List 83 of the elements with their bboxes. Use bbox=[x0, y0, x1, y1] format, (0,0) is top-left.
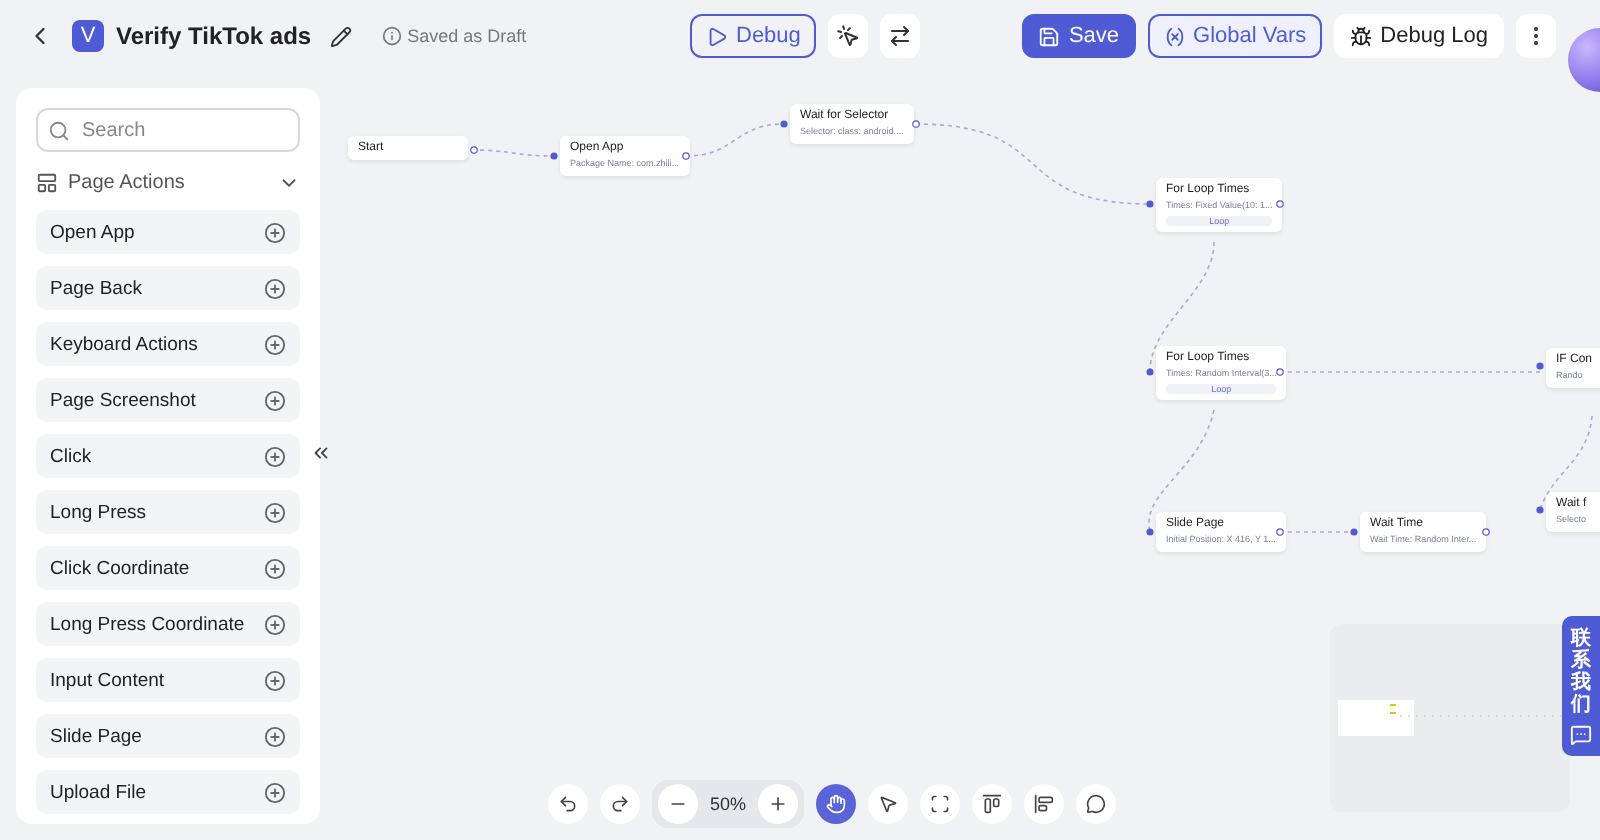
action-item[interactable]: Upload File bbox=[36, 770, 300, 814]
action-item[interactable]: Page Screenshot bbox=[36, 378, 300, 422]
plus-icon bbox=[264, 333, 286, 355]
output-port[interactable] bbox=[1276, 528, 1284, 536]
save-button[interactable]: Save bbox=[1022, 14, 1136, 58]
zoom-in-button[interactable] bbox=[758, 784, 799, 824]
swap-arrows-icon bbox=[888, 24, 913, 48]
comment-icon bbox=[1086, 794, 1107, 814]
output-port[interactable] bbox=[470, 146, 478, 154]
cursor-click-icon bbox=[836, 24, 861, 48]
output-port[interactable] bbox=[1276, 200, 1284, 208]
search-icon bbox=[48, 120, 70, 142]
input-port[interactable] bbox=[1146, 368, 1154, 376]
collapse-button[interactable] bbox=[310, 442, 332, 464]
output-port[interactable] bbox=[682, 152, 690, 160]
play-icon bbox=[706, 25, 728, 47]
more-button[interactable] bbox=[1516, 14, 1556, 58]
pointer-icon bbox=[878, 794, 899, 814]
input-port[interactable] bbox=[1146, 200, 1154, 208]
input-port[interactable] bbox=[1536, 362, 1544, 370]
plus-icon bbox=[264, 445, 286, 467]
panel-icon bbox=[36, 172, 58, 194]
chat-icon bbox=[1570, 724, 1592, 746]
input-port[interactable] bbox=[1146, 528, 1154, 536]
output-port[interactable] bbox=[912, 120, 920, 128]
plus-icon bbox=[264, 277, 286, 299]
info-icon bbox=[381, 26, 402, 46]
input-port[interactable] bbox=[780, 120, 788, 128]
debug-log-button[interactable]: Debug Log bbox=[1334, 14, 1504, 58]
redo-icon bbox=[610, 794, 630, 814]
fit-screen-tool[interactable] bbox=[920, 784, 961, 824]
plus-icon bbox=[264, 669, 286, 691]
input-port[interactable] bbox=[1350, 528, 1358, 536]
debug-button[interactable]: Debug bbox=[690, 14, 817, 58]
output-port[interactable] bbox=[1276, 368, 1284, 376]
action-item[interactable]: Open App bbox=[36, 210, 300, 254]
action-item[interactable]: Page Back bbox=[36, 266, 300, 310]
section-header[interactable]: Page Actions bbox=[36, 172, 300, 202]
hand-icon bbox=[826, 794, 847, 814]
global-vars-button[interactable]: Global Vars bbox=[1147, 14, 1323, 58]
undo-icon bbox=[558, 794, 578, 814]
comment-tool[interactable] bbox=[1076, 784, 1117, 824]
double-chevron-icon bbox=[310, 442, 332, 464]
connector-line bbox=[1539, 415, 1593, 511]
action-item[interactable]: Slide Page bbox=[36, 714, 300, 758]
action-item[interactable]: Long Press Coordinate bbox=[36, 602, 300, 646]
action-item[interactable]: Input Content bbox=[36, 658, 300, 702]
fit-screen-icon bbox=[930, 794, 951, 814]
plus-icon bbox=[768, 794, 789, 814]
undo-button[interactable] bbox=[548, 784, 588, 824]
pencil-icon bbox=[329, 25, 352, 47]
align-top-tool[interactable] bbox=[972, 784, 1013, 824]
align-top-icon bbox=[982, 794, 1003, 814]
redo-button[interactable] bbox=[600, 784, 640, 824]
workflow-title: Verify TikTok ads bbox=[116, 22, 312, 50]
plus-icon bbox=[264, 221, 286, 243]
action-item[interactable]: Long Press bbox=[36, 490, 300, 534]
align-left-tool[interactable] bbox=[1024, 784, 1065, 824]
variable-icon bbox=[1163, 25, 1186, 47]
pointer-tool[interactable] bbox=[868, 784, 909, 824]
bug-icon bbox=[1350, 25, 1373, 47]
swap-button[interactable] bbox=[880, 14, 921, 58]
plus-icon bbox=[264, 501, 286, 523]
zoom-level: 50% bbox=[708, 794, 749, 814]
contact-us-tab[interactable]: 联系我们 bbox=[1562, 616, 1600, 756]
plus-icon bbox=[264, 725, 286, 747]
auto-pick-button[interactable] bbox=[828, 14, 869, 58]
input-port[interactable] bbox=[1536, 506, 1544, 514]
action-item[interactable]: Click Coordinate bbox=[36, 546, 300, 590]
action-item[interactable]: Click bbox=[36, 434, 300, 478]
save-icon bbox=[1038, 25, 1061, 47]
plus-icon bbox=[264, 389, 286, 411]
align-left-icon bbox=[1034, 794, 1055, 814]
plus-icon bbox=[264, 781, 286, 803]
save-status: Saved as Draft bbox=[407, 26, 527, 46]
search-field[interactable]: Search bbox=[36, 108, 300, 152]
plus-icon bbox=[264, 613, 286, 635]
output-port[interactable] bbox=[1482, 528, 1490, 536]
hand-tool[interactable] bbox=[816, 784, 857, 824]
plus-icon bbox=[264, 557, 286, 579]
input-port[interactable] bbox=[550, 152, 558, 160]
action-item[interactable]: Keyboard Actions bbox=[36, 322, 300, 366]
app-logo: V bbox=[72, 20, 104, 52]
